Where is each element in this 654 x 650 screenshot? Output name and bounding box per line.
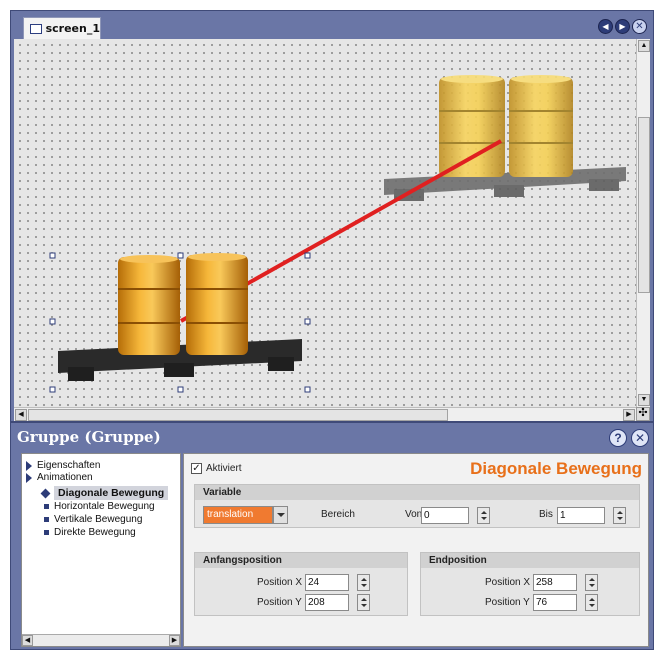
tree-item-label: Diagonale Bewegung [54, 486, 169, 500]
checkbox-icon[interactable]: ✓ [191, 463, 202, 474]
barrel-icon [439, 77, 505, 177]
start-x-label: Position X [257, 577, 303, 588]
start-position-header: Anfangsposition [195, 553, 407, 568]
horizontal-scroll-thumb[interactable] [28, 409, 448, 421]
pallet-end-position[interactable] [384, 75, 626, 201]
end-y-input[interactable]: 76 [533, 594, 577, 611]
expand-arrow-icon[interactable] [26, 460, 32, 471]
variable-header: Variable [195, 485, 639, 500]
tree-item-horizontale-bewegung[interactable]: Horizontale Bewegung [44, 501, 155, 512]
forward-icon[interactable]: ▶ [615, 19, 630, 34]
from-input[interactable]: 0 [421, 507, 469, 524]
end-y-spinner[interactable] [585, 594, 598, 611]
barrel-icon [118, 257, 180, 355]
end-position-group: Endposition Position X 258 Position Y 76 [420, 552, 640, 616]
diamond-icon [40, 488, 51, 498]
screen-icon [30, 23, 42, 34]
help-icon[interactable]: ? [609, 429, 627, 447]
from-spinner[interactable] [477, 507, 490, 524]
scroll-up-icon[interactable]: ▲ [638, 40, 650, 52]
properties-title: Gruppe (Gruppe) [17, 428, 161, 446]
scroll-right-icon[interactable]: ▶ [169, 635, 180, 646]
close-icon[interactable]: ✕ [631, 429, 649, 447]
start-x-spinner[interactable] [357, 574, 370, 591]
tree-item-diagonale-bewegung[interactable]: Diagonale Bewegung [40, 486, 169, 500]
properties-header: Gruppe (Gruppe) ? ✕ [11, 423, 653, 451]
tree-horizontal-scrollbar[interactable]: ◀ ▶ [22, 634, 180, 646]
variable-group: Variable translation Bereich Von 0 Bis 1 [194, 484, 640, 528]
tree-item-label: Direkte Bewegung [54, 527, 136, 538]
move-icon[interactable]: ✣ [636, 407, 650, 421]
vertical-scrollbar[interactable]: ▲ ▼ [636, 39, 650, 407]
end-position-header: Endposition [421, 553, 639, 568]
barrel-icon [186, 255, 248, 355]
window-controls: ◀ ▶ ✕ [598, 19, 647, 34]
screen-window: screen_1 ◀ ▶ ✕ ▲ ▼ ◀ ▶ ✣ [10, 10, 654, 422]
tree-item-label: Animationen [37, 472, 93, 483]
start-y-spinner[interactable] [357, 594, 370, 611]
close-icon[interactable]: ✕ [632, 19, 647, 34]
to-label: Bis [539, 509, 553, 520]
screen-tab-label: screen_1 [45, 22, 100, 35]
activated-label: Aktiviert [206, 463, 242, 474]
start-y-label: Position Y [257, 597, 302, 608]
end-x-label: Position X [485, 577, 531, 588]
canvas-drawing [49, 75, 626, 393]
range-label: Bereich [321, 509, 355, 520]
to-input[interactable]: 1 [557, 507, 605, 524]
end-x-input[interactable]: 258 [533, 574, 577, 591]
bullet-icon [44, 530, 49, 535]
bullet-icon [44, 504, 49, 509]
screen-tab[interactable]: screen_1 [23, 17, 101, 39]
horizontal-scrollbar[interactable]: ◀ ▶ [14, 407, 636, 421]
tree-item-animationen[interactable]: Animationen [26, 472, 93, 483]
activated-checkbox[interactable]: ✓ Aktiviert [191, 463, 242, 474]
scroll-down-icon[interactable]: ▼ [638, 394, 650, 406]
variable-select[interactable]: translation [203, 506, 273, 524]
properties-panel: Gruppe (Gruppe) ? ✕ Eigenschaften Animat… [10, 422, 654, 650]
barrel-icon [509, 77, 573, 177]
start-y-input[interactable]: 208 [305, 594, 349, 611]
end-y-label: Position Y [485, 597, 530, 608]
tree-item-eigenschaften[interactable]: Eigenschaften [26, 460, 100, 471]
start-position-group: Anfangsposition Position X 24 Position Y… [194, 552, 408, 616]
end-x-spinner[interactable] [585, 574, 598, 591]
tree-item-label: Eigenschaften [37, 460, 101, 471]
design-canvas[interactable] [14, 39, 636, 407]
tree-item-direkte-bewegung[interactable]: Direkte Bewegung [44, 527, 136, 538]
expand-arrow-icon[interactable] [26, 472, 32, 483]
from-label: Von [405, 509, 423, 520]
vertical-scroll-thumb[interactable] [638, 117, 650, 293]
properties-tree: Eigenschaften Animationen Diagonale Bewe… [21, 453, 181, 647]
back-icon[interactable]: ◀ [598, 19, 613, 34]
animation-detail: ✓ Aktiviert Diagonale Bewegung Variable … [183, 453, 649, 647]
tree-item-label: Vertikale Bewegung [54, 514, 143, 525]
scroll-right-icon[interactable]: ▶ [623, 409, 635, 421]
start-x-input[interactable]: 24 [305, 574, 349, 591]
bullet-icon [44, 517, 49, 522]
scroll-left-icon[interactable]: ◀ [15, 409, 27, 421]
chevron-down-icon[interactable] [273, 506, 288, 524]
scroll-left-icon[interactable]: ◀ [22, 635, 33, 646]
to-spinner[interactable] [613, 507, 626, 524]
section-title: Diagonale Bewegung [470, 459, 642, 478]
tree-item-label: Horizontale Bewegung [54, 501, 155, 512]
tree-item-vertikale-bewegung[interactable]: Vertikale Bewegung [44, 514, 142, 525]
